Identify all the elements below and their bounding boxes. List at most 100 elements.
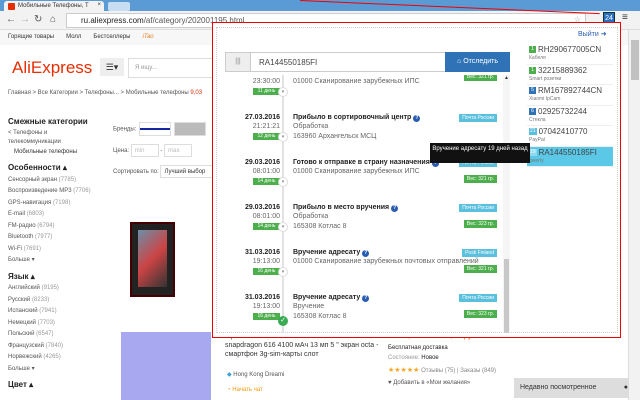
features-title[interactable]: Особенности ▴ — [8, 162, 100, 174]
parcel-item[interactable]: 5 RM167892744CN Xiaomi IpCam — [527, 85, 613, 106]
event-location: 163960 Архангельск МСЦ — [293, 133, 377, 140]
parcel-item[interactable]: 1 32215889362 Smart розетки — [527, 65, 613, 85]
chevron-down-icon[interactable]: ▾ — [278, 222, 288, 232]
chevron-down-icon[interactable]: ▾ — [278, 87, 288, 97]
event-date: 29.03.2016 — [244, 204, 280, 211]
new-tab-button[interactable] — [108, 2, 130, 11]
event-time: 19:13:00 — [252, 303, 280, 310]
language-item[interactable]: Польский (6547) — [8, 329, 100, 341]
rating: ★★★★★ Отзывы (75) | Заказы (849) — [388, 367, 497, 374]
browser-tab[interactable]: Мобильные Телефоны, Т × — [4, 1, 104, 11]
language-item[interactable]: Английский (9195) — [8, 283, 100, 295]
seller-link[interactable]: ◆ Hong Kong Dreami — [227, 371, 284, 378]
breadcrumb-links[interactable]: Главная > Все Категории > Телефоны... > … — [8, 90, 189, 96]
brand-samsung[interactable] — [139, 122, 172, 136]
home-icon[interactable]: ⌂ — [50, 14, 56, 25]
help-icon[interactable]: ? — [391, 205, 399, 212]
event-location: 165308 Котлас 8 — [293, 223, 347, 230]
bookmark-mall[interactable]: Молл — [66, 34, 81, 40]
bookmark-itao[interactable]: iTao — [143, 34, 154, 40]
chevron-down-icon[interactable]: ▾ — [278, 177, 288, 187]
forward-icon[interactable]: → — [20, 14, 30, 25]
orders-link[interactable]: Заказы (849) — [460, 368, 496, 374]
logout-link[interactable]: Выйти ➜ — [578, 30, 607, 38]
parcel-days-badge: 19 — [529, 148, 537, 156]
parcel-item[interactable]: 6 02925732244 Стекла — [527, 106, 613, 126]
close-tab-icon[interactable]: × — [97, 2, 101, 8]
feature-item[interactable]: E-mail (6803) — [8, 209, 100, 221]
feature-item[interactable]: Сенсорный экран (7785) — [8, 175, 100, 187]
feature-item[interactable]: Воспроизведение MP3 (7706) — [8, 186, 100, 198]
tooltip: Вручение адресату 19 дней назад — [430, 143, 530, 163]
brands-label: Бренды: — [113, 126, 137, 133]
parcel-item[interactable]: 19 RA144550185FI qwerty — [527, 146, 613, 167]
event-description: 01000 Сканирование зарубежных ИПС — [293, 168, 420, 175]
wishlist-link[interactable]: ♥ Добавить в «Мои желания» — [388, 380, 470, 386]
feature-item[interactable]: Bluetooth (7977) — [8, 232, 100, 244]
price-label: Цена: — [113, 148, 130, 155]
language-title[interactable]: Язык ▴ — [8, 271, 100, 283]
language-item[interactable]: Французский (7840) — [8, 341, 100, 353]
chevron-down-icon[interactable]: ▾ — [278, 132, 288, 142]
parcel-days-badge: 5 — [529, 87, 536, 94]
chevron-down-icon[interactable]: ▾ — [278, 267, 288, 277]
weight-badge: Вес: 323 гр. — [463, 220, 497, 228]
language-item[interactable]: Русский (8233) — [8, 295, 100, 307]
features-more[interactable]: Больше ▾ — [8, 255, 100, 267]
parcel-label: Xiaomi IpCam — [529, 96, 561, 102]
event-day-badge: 14 день — [253, 223, 280, 230]
parcel-code: RA144550185FI — [538, 147, 597, 157]
reload-icon[interactable]: ↻ — [34, 14, 42, 25]
language-item[interactable]: Немецкий (7703) — [8, 318, 100, 330]
weight-badge: Вес: 321 гр. — [463, 75, 497, 81]
parcel-list: 1 RH290677005CN Кабеля 1 32215889362 Smart ро… — [527, 44, 613, 167]
color-title[interactable]: Цвет ▴ — [8, 379, 100, 391]
tracking-event: 31.03.2016 19:13:00 16 день ▾ Вручение адрес… — [225, 243, 500, 287]
help-icon[interactable]: ? — [413, 115, 421, 122]
help-icon[interactable]: ? — [362, 250, 370, 257]
event-time: 08:01:00 — [252, 168, 280, 175]
operator-badge: Почта России — [459, 114, 497, 122]
categories-menu-button[interactable]: ☰▾ — [100, 58, 124, 76]
diamond-icon: ◆ — [227, 372, 232, 378]
feature-item[interactable]: GPS-навигация (7198) — [8, 198, 100, 210]
reviews-link[interactable]: Отзывы (75) — [421, 368, 455, 374]
tracking-event: 23:30:00 11 день ▾ 01000 Сканирование заруб… — [225, 75, 500, 107]
page-scrollbar[interactable] — [628, 30, 640, 400]
language-item[interactable]: Испанский (7941) — [8, 306, 100, 318]
bookmark-hot[interactable]: Горящие товары — [8, 34, 54, 40]
parcel-item[interactable]: 21 07042410770 PayPal — [527, 126, 613, 147]
price-max-input[interactable]: max — [164, 144, 193, 157]
parcel-label: qwerty — [529, 157, 544, 164]
feature-item[interactable]: FM-радио (6794) — [8, 221, 100, 233]
product-image[interactable] — [130, 222, 175, 297]
product-image[interactable] — [121, 332, 211, 400]
event-date: 31.03.2016 — [244, 294, 280, 301]
aliexpress-logo[interactable]: AliExpress — [12, 58, 92, 78]
browser-menu-icon[interactable]: ≡ — [622, 12, 628, 23]
chat-link[interactable]: ◔ Начать чат — [227, 387, 263, 393]
language-more[interactable]: Больше ▾ — [8, 364, 100, 376]
back-icon[interactable]: ← — [6, 14, 16, 25]
parcel-code: 07042410770 — [538, 127, 588, 136]
star-rating-icon: ★★★★★ — [388, 367, 420, 374]
recently-viewed-button[interactable]: Недавно посмотренное ● — [514, 378, 634, 398]
language-item[interactable]: Норвежский (4265) — [8, 352, 100, 364]
event-day-badge: 12 день — [253, 133, 280, 140]
help-icon[interactable]: ? — [362, 295, 370, 302]
brand-apple[interactable] — [174, 122, 207, 136]
result-count: 9,03 — [190, 90, 203, 96]
site-search-input[interactable]: Я ищу... — [128, 58, 218, 78]
event-location: 165308 Котлас 8 — [293, 313, 347, 320]
event-date: 31.03.2016 — [244, 249, 280, 256]
feature-item[interactable]: Wi-Fi (7691) — [8, 244, 100, 256]
sidebar: Смежные категории < Телефоны и телекомму… — [8, 112, 100, 392]
track-button[interactable]: ⌂ Отследить — [445, 52, 510, 72]
event-description: 01000 Сканирование зарубежных почтовых о… — [293, 258, 479, 265]
related-current[interactable]: Мобильные телефоны — [8, 147, 100, 159]
events-scrollbar[interactable]: ▲ — [503, 75, 510, 333]
price-min-input[interactable]: min — [130, 144, 159, 157]
related-parent-link[interactable]: < Телефоны и телекоммуникации — [8, 129, 100, 147]
bookmark-bestsellers[interactable]: Бестселлеры — [93, 34, 130, 40]
parcel-item[interactable]: 1 RH290677005CN Кабеля — [527, 44, 613, 65]
